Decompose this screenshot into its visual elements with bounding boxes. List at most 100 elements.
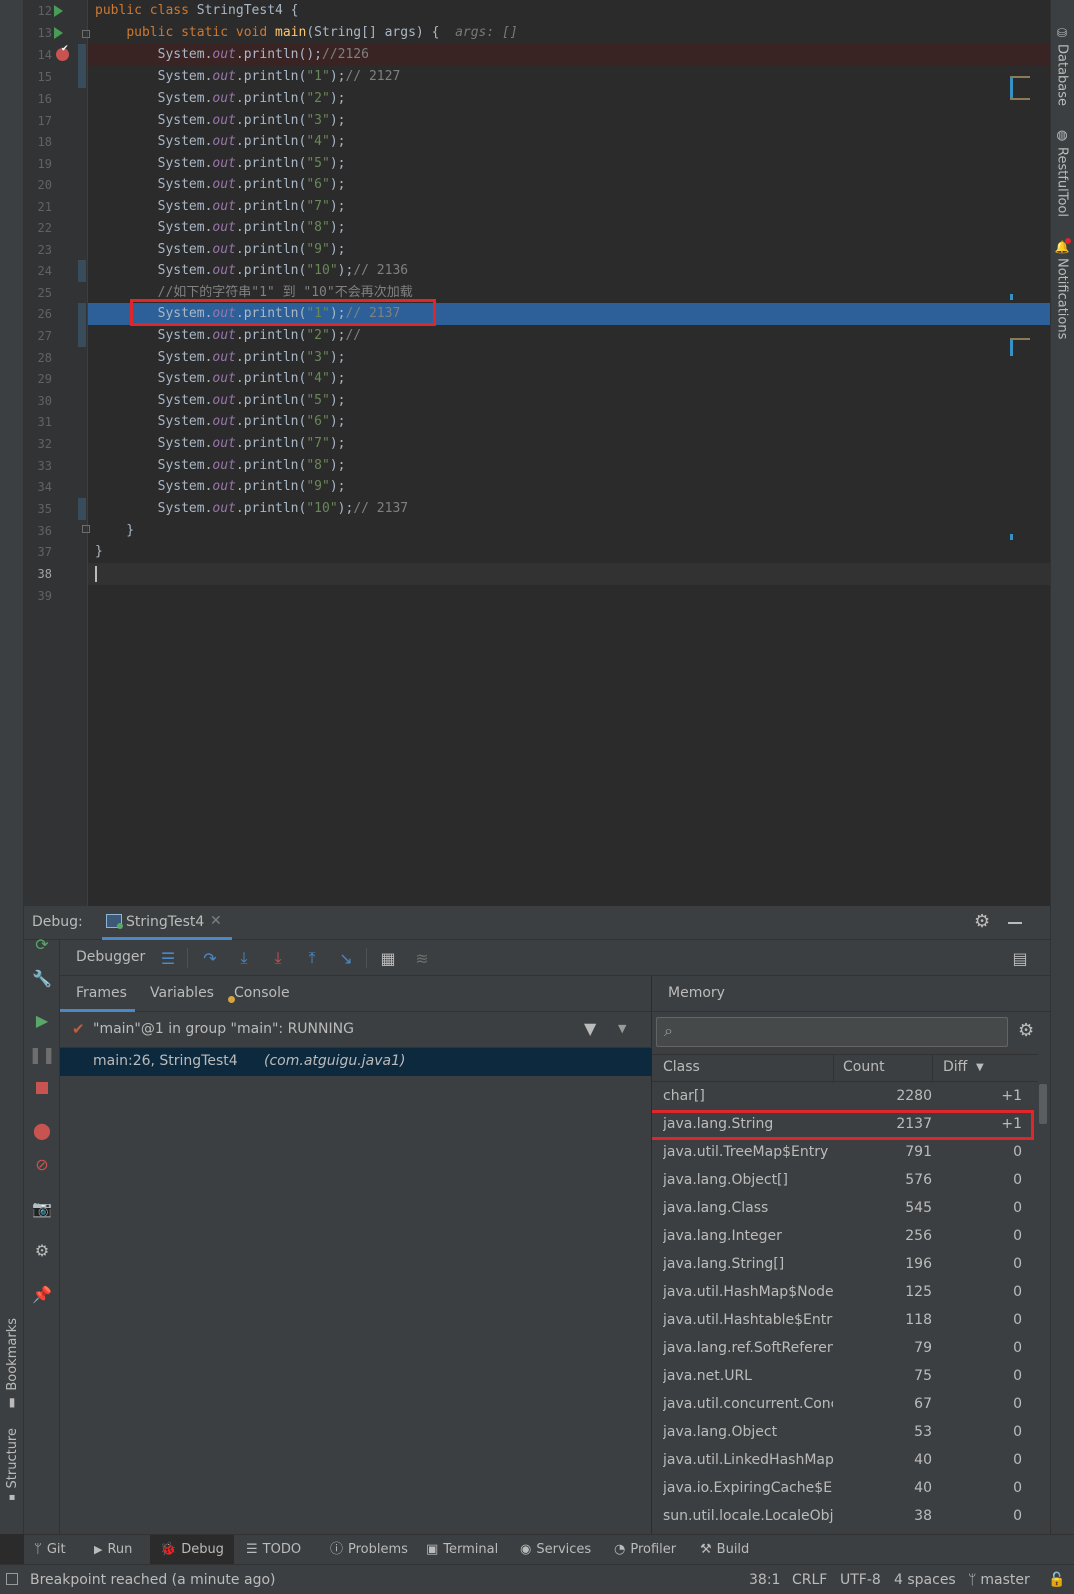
tab-variables[interactable]: Variables (150, 985, 214, 1001)
mute-breakpoints-icon[interactable]: ⊘ (32, 1154, 52, 1174)
memory-scrollbar[interactable] (1038, 1082, 1048, 1534)
code-line[interactable]: System.out.println("3"); (95, 347, 346, 369)
table-row[interactable]: java.lang.Object 53 0 (652, 1418, 1038, 1446)
status-message[interactable]: Breakpoint reached (a minute ago) (30, 1565, 275, 1594)
scrollbar-thumb[interactable] (1039, 1084, 1047, 1124)
code-line[interactable]: System.out.println("6"); (95, 411, 346, 433)
structure-tab[interactable]: Structure ▪ (0, 1428, 24, 1503)
camera-icon[interactable]: 📷 (32, 1198, 52, 1218)
tab-problems[interactable]: ⓘ Problems (330, 1535, 408, 1565)
tab-todo[interactable]: ☰ TODO (246, 1535, 301, 1565)
table-row[interactable]: java.lang.Object[] 576 0 (652, 1166, 1038, 1194)
code-line[interactable]: System.out.println("5"); (95, 153, 346, 175)
table-row[interactable]: java.lang.String[] 196 0 (652, 1250, 1038, 1278)
file-encoding[interactable]: UTF-8 (840, 1565, 881, 1594)
rerun-icon[interactable]: ⟳ (32, 934, 52, 954)
step-into-icon[interactable]: ⤓ (234, 948, 254, 968)
table-row[interactable]: java.util.LinkedHashMap$ 40 0 (652, 1446, 1038, 1474)
gear-icon[interactable]: ⚙ (974, 911, 990, 932)
notifications-tab[interactable]: 🔔 Notifications (1050, 238, 1074, 339)
table-row[interactable]: java.lang.ref.SoftReference790 (652, 1334, 1038, 1362)
lock-icon[interactable]: 🔓 (1048, 1565, 1065, 1594)
column-diff[interactable]: Diff (943, 1059, 967, 1075)
fold-icon[interactable] (82, 30, 90, 38)
evaluate-expression-icon[interactable]: ▦ (378, 948, 398, 968)
debugger-tab[interactable]: Debugger (76, 949, 145, 965)
chevron-down-icon[interactable]: ▼ (618, 1022, 626, 1035)
code-line[interactable]: System.out.println("5"); (95, 390, 346, 412)
git-branch[interactable]: ᛘ master (968, 1565, 1030, 1594)
layout-icon[interactable]: ▤ (1010, 948, 1030, 968)
show-execution-point-icon[interactable]: ☰ (158, 948, 178, 968)
step-out-icon[interactable]: ⤒ (302, 948, 322, 968)
thread-selector[interactable]: ✔ "main"@1 in group "main": RUNNING ▼ ▼ (60, 1012, 652, 1048)
code-line[interactable]: System.out.println("4"); (95, 368, 346, 390)
view-breakpoints-icon[interactable]: ⬤ (32, 1120, 52, 1140)
code-line[interactable]: System.out.println("4"); (95, 131, 346, 153)
stop-icon[interactable] (32, 1078, 52, 1098)
code-line[interactable]: System.out.println("3"); (95, 110, 346, 132)
code-line[interactable]: System.out.println();//2126 (95, 44, 369, 66)
code-line[interactable]: System.out.println("1");// 2127 (95, 66, 401, 88)
table-row[interactable]: java.lang.Integer 256 0 (652, 1222, 1038, 1250)
code-line[interactable]: public class StringTest4 { (95, 0, 299, 22)
table-row[interactable]: char[] 2280 +1 (652, 1082, 1038, 1110)
code-line[interactable]: System.out.println("2");// (95, 325, 362, 347)
line-separator[interactable]: CRLF (792, 1565, 827, 1594)
panel-toggle-icon[interactable] (6, 1573, 18, 1585)
restfultool-tab[interactable]: ◍ RestfulTool (1050, 128, 1074, 217)
table-row[interactable]: java.net.URL 75 0 (652, 1362, 1038, 1390)
pause-icon[interactable]: ❚❚ (29, 1044, 56, 1064)
tab-git[interactable]: ᛘ Git (34, 1535, 66, 1565)
code-line[interactable]: System.out.println("2"); (95, 88, 346, 110)
code-line[interactable]: System.out.println("6"); (95, 174, 346, 196)
fold-icon[interactable] (82, 525, 90, 533)
tab-profiler[interactable]: ◔ Profiler (614, 1535, 676, 1565)
code-line[interactable]: public static void main(String[] args) {… (95, 22, 517, 44)
code-editor[interactable]: ✔ 12 public class StringTest4 { 13 publi… (24, 0, 1050, 906)
table-row[interactable]: sun.util.locale.LocaleObjec 38 0 (652, 1502, 1038, 1530)
code-line[interactable]: } (95, 541, 103, 563)
table-row[interactable]: java.util.HashMap$Node 125 0 (652, 1278, 1038, 1306)
indent-setting[interactable]: 4 spaces (894, 1565, 956, 1594)
trace-stream-icon[interactable]: ≋ (412, 948, 432, 968)
table-row[interactable]: java.util.concurrent.Concu 67 0 (652, 1390, 1038, 1418)
force-step-into-icon[interactable]: ⤓ (268, 948, 288, 968)
tab-run[interactable]: ▶ Run (94, 1535, 132, 1565)
run-class-icon[interactable] (54, 5, 63, 17)
wrench-icon[interactable]: 🔧 (32, 968, 52, 988)
database-tab[interactable]: ⛁ Database (1050, 26, 1074, 106)
debug-session-tab[interactable]: StringTest4 ✕ (102, 906, 232, 940)
tab-frames[interactable]: Frames (60, 976, 135, 1012)
close-icon[interactable]: ✕ (210, 913, 222, 929)
step-over-icon[interactable]: ↷ (200, 948, 220, 968)
run-to-cursor-icon[interactable]: ↘ (336, 948, 356, 968)
code-line[interactable]: System.out.println("8"); (95, 217, 346, 239)
caret-position[interactable]: 38:1 (749, 1565, 780, 1594)
frame-row-selected[interactable]: main:26, StringTest4 (com.atguigu.java1) (60, 1048, 652, 1076)
tab-build[interactable]: ⚒ Build (700, 1535, 749, 1565)
memory-search-input[interactable]: ⌕ (656, 1017, 1008, 1047)
table-row[interactable]: java.lang.Class 545 0 (652, 1194, 1038, 1222)
resume-icon[interactable]: ▶ (32, 1010, 52, 1030)
tab-console[interactable]: Console (234, 985, 290, 1001)
table-row[interactable]: java.util.Hashtable$Entry 118 0 (652, 1306, 1038, 1334)
code-line[interactable]: } (95, 520, 134, 542)
code-line[interactable]: System.out.println("7"); (95, 433, 346, 455)
code-line[interactable]: System.out.println("7"); (95, 196, 346, 218)
filter-icon[interactable]: ▼ (584, 1019, 596, 1038)
settings-icon[interactable]: ⚙ (32, 1240, 52, 1260)
code-line[interactable]: System.out.println("9"); (95, 239, 346, 261)
code-line[interactable]: System.out.println("8"); (95, 455, 346, 477)
bookmarks-tab[interactable]: Bookmarks ▮ (0, 1318, 24, 1409)
table-row[interactable]: java.util.TreeMap$Entry 791 0 (652, 1138, 1038, 1166)
code-line[interactable]: System.out.println("10");// 2137 (95, 498, 409, 520)
column-count[interactable]: Count (843, 1059, 885, 1075)
table-row[interactable]: java.io.ExpiringCache$Entr400 (652, 1474, 1038, 1502)
pin-icon[interactable]: 📌 (32, 1284, 52, 1304)
run-main-icon[interactable] (54, 27, 63, 39)
tab-terminal[interactable]: ▣ Terminal (426, 1535, 498, 1565)
tab-debug[interactable]: 🐞 Debug (150, 1535, 234, 1565)
code-line[interactable]: System.out.println("10");// 2136 (95, 260, 409, 282)
tab-services[interactable]: ◉ Services (520, 1535, 591, 1565)
